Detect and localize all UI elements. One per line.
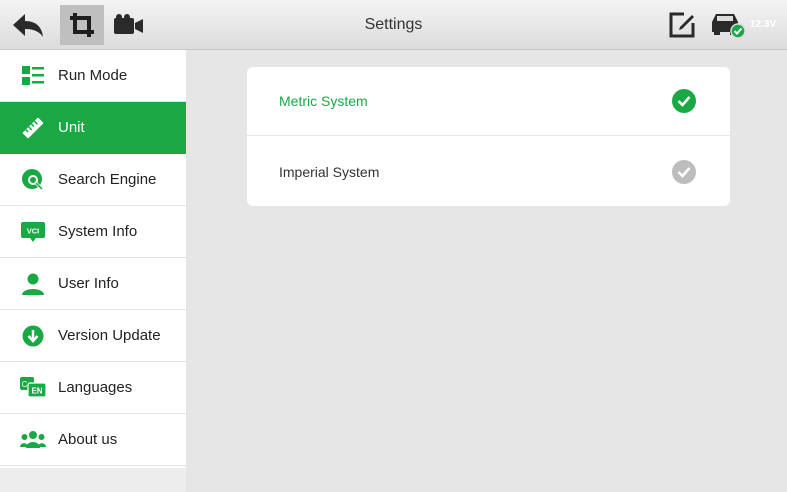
option-label: Metric System: [279, 93, 368, 109]
check-unselected-icon: [672, 159, 696, 184]
sidebar-item-search-engine[interactable]: Search Engine: [0, 154, 186, 206]
back-arrow-icon: [13, 14, 43, 37]
user-icon: [20, 272, 46, 296]
sidebar-item-about-us[interactable]: About us: [0, 414, 186, 466]
option-label: Imperial System: [279, 163, 380, 180]
group-icon: [20, 428, 46, 452]
sidebar-item-label: Languages: [58, 379, 133, 396]
back-button[interactable]: [6, 5, 50, 45]
sidebar-footer: [0, 468, 186, 492]
sidebar-item-label: System Info: [58, 223, 138, 240]
sidebar-item-label: Unit: [58, 119, 85, 136]
crop-screenshot-icon: [70, 13, 94, 37]
sidebar-item-user-info[interactable]: User Info: [0, 258, 186, 310]
search-globe-icon: [20, 168, 46, 192]
svg-text:C: C: [22, 380, 28, 389]
download-icon: [20, 324, 46, 348]
list-grid-icon: [20, 64, 46, 88]
language-icon: C EN: [20, 376, 46, 400]
ruler-icon: [20, 116, 46, 140]
edit-note-button[interactable]: [660, 5, 704, 45]
unit-options-card: Metric System Imperial System: [247, 67, 730, 206]
vci-icon-text: VCI: [27, 226, 40, 235]
sidebar-item-label: About us: [58, 431, 118, 448]
sidebar-item-system-info[interactable]: VCI System Info: [0, 206, 186, 258]
record-button[interactable]: [106, 5, 150, 45]
top-toolbar: Settings 12.3V: [0, 0, 787, 50]
option-imperial-system[interactable]: Imperial System: [247, 137, 730, 206]
sidebar-item-run-mode[interactable]: Run Mode: [0, 50, 186, 102]
sidebar-item-label: Run Mode: [58, 67, 128, 84]
video-camera-icon: [114, 14, 143, 34]
check-selected-icon: [672, 89, 696, 113]
sidebar-item-label: Version Update: [58, 327, 161, 344]
settings-screen: Settings 12.3V Run Mode Unit Search Engi…: [0, 0, 787, 492]
edit-note-icon: [669, 12, 695, 38]
settings-sidebar: Run Mode Unit Search Engine VCI System I…: [0, 50, 186, 468]
battery-voltage: 12.3V: [750, 19, 777, 30]
screenshot-button[interactable]: [60, 5, 104, 45]
sidebar-item-label: User Info: [58, 275, 119, 292]
vci-icon: VCI: [20, 220, 46, 244]
car-connected-icon: [712, 14, 746, 39]
option-metric-system[interactable]: Metric System: [247, 67, 730, 136]
main-content: Metric System Imperial System: [186, 50, 787, 492]
sidebar-item-languages[interactable]: C EN Languages: [0, 362, 186, 414]
vehicle-status-button[interactable]: [704, 5, 750, 45]
language-icon-text: EN: [31, 386, 42, 395]
sidebar-item-version-update[interactable]: Version Update: [0, 310, 186, 362]
sidebar-item-label: Search Engine: [58, 171, 157, 188]
sidebar-item-unit[interactable]: Unit: [0, 102, 186, 154]
